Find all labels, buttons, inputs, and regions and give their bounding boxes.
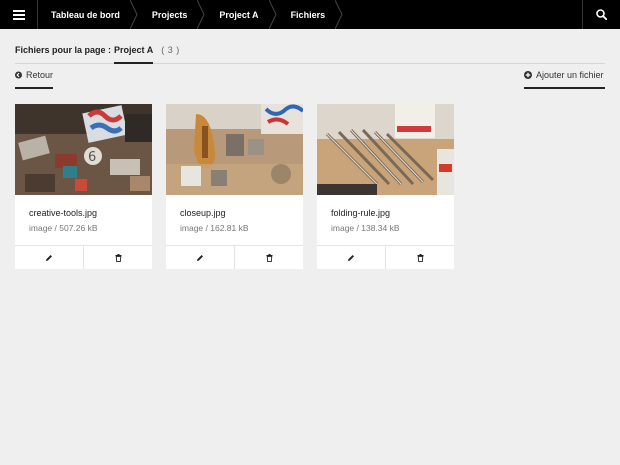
file-meta: image / 162.81 kB [180,223,249,233]
file-card: closeup.jpg image / 162.81 kB [166,104,303,269]
svg-text:6: 6 [88,150,96,165]
breadcrumb-separator-icon [335,0,345,29]
edit-button[interactable] [166,246,235,269]
file-thumbnail[interactable]: 6 [15,104,152,195]
pencil-icon [46,254,52,261]
actions-bar: Retour Ajouter un fichier [15,70,605,89]
breadcrumb-dashboard[interactable]: Tableau de bord [38,0,130,29]
file-meta: image / 507.26 kB [29,223,98,233]
delete-button[interactable] [235,246,303,269]
page-title-page[interactable]: Project A [114,45,154,64]
page-title: Fichiers pour la page : Project A ( 3 ) [15,45,605,64]
back-button[interactable]: Retour [15,70,53,89]
file-info: closeup.jpg image / 162.81 kB [166,195,303,245]
breadcrumb-separator-icon [129,0,140,29]
delete-button[interactable] [84,246,152,269]
top-bar: Tableau de bord Projects Project A Fichi… [0,0,620,29]
trash-icon [266,253,272,262]
file-count: ( 3 ) [161,45,180,55]
add-file-button[interactable]: Ajouter un fichier [524,70,605,89]
file-card: folding-rule.jpg image / 138.34 kB [317,104,454,269]
add-file-label: Ajouter un fichier [536,70,604,80]
pencil-icon [197,254,203,261]
search-icon [596,9,607,20]
file-name: creative-tools.jpg [29,208,98,218]
search-button[interactable] [582,0,620,29]
plus-circle-icon [524,71,532,79]
file-thumbnail[interactable] [317,104,454,195]
breadcrumb-projects[interactable]: Projects [140,0,198,29]
trash-icon [417,253,423,262]
file-meta: image / 138.34 kB [331,223,400,233]
file-card: 6 creative-tools.jpg image / 507.26 kB [15,104,152,269]
breadcrumb-project-a[interactable]: Project A [207,0,268,29]
trash-icon [115,253,121,262]
file-actions [317,245,454,269]
file-actions [15,245,152,269]
page-title-label: Fichiers pour la page : [15,45,112,55]
arrow-left-circle-icon [15,71,22,79]
file-info: folding-rule.jpg image / 138.34 kB [317,195,454,245]
menu-button[interactable] [0,0,38,29]
breadcrumb-separator-icon [197,0,207,29]
breadcrumb-separator-icon [268,0,279,29]
hamburger-icon [12,9,25,20]
breadcrumb-files[interactable]: Fichiers [279,0,336,29]
file-info: creative-tools.jpg image / 507.26 kB [15,195,152,245]
delete-button[interactable] [386,246,454,269]
edit-button[interactable] [15,246,84,269]
breadcrumb: Tableau de bord Projects Project A Fichi… [38,0,582,29]
edit-button[interactable] [317,246,386,269]
pencil-icon [348,254,354,261]
file-actions [166,245,303,269]
file-name: folding-rule.jpg [331,208,391,218]
file-name: closeup.jpg [180,208,226,218]
file-thumbnail[interactable] [166,104,303,195]
back-label: Retour [25,70,53,80]
